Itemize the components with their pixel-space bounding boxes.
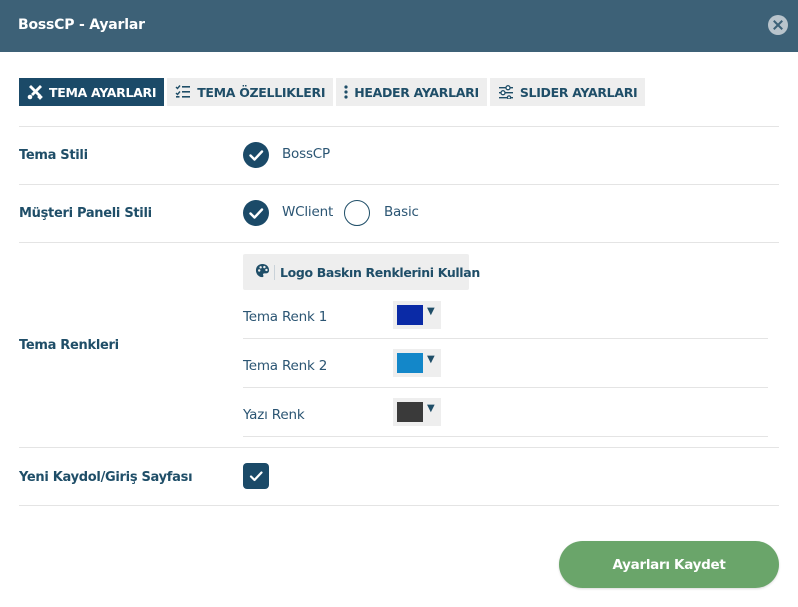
yazi-renk-label: Yazı Renk — [243, 407, 305, 423]
settings-tabs: TEMA AYARLARI TEMA ÖZELLIKLERI HEADER AY… — [19, 78, 646, 106]
tema-renk-1-picker[interactable]: ▼ — [393, 301, 441, 329]
color-swatch — [397, 402, 423, 422]
modal-header: BossCP - Ayarlar — [0, 0, 798, 52]
tab-label: SLIDER AYARLARI — [519, 84, 638, 100]
color-swatch — [397, 353, 423, 373]
checklist-icon — [175, 85, 191, 99]
check-icon — [249, 150, 264, 161]
tab-slider-ayarlari[interactable]: SLIDER AYARLARI — [489, 78, 646, 106]
tema-renkleri-label: Tema Renkleri — [19, 338, 119, 353]
save-settings-button[interactable]: Ayarları Kaydet — [559, 541, 779, 588]
sliders-icon — [498, 85, 514, 99]
palette-icon — [255, 263, 270, 282]
logo-colors-button-label: Logo Baskın Renklerini Kullan — [274, 264, 480, 280]
tema-stili-label: Tema Stili — [19, 148, 88, 163]
tab-tema-ayarlari[interactable]: TEMA AYARLARI — [19, 78, 165, 106]
tema-renk-1-label: Tema Renk 1 — [243, 309, 328, 325]
logo-colors-button[interactable]: Logo Baskın Renklerini Kullan — [243, 254, 480, 290]
yeni-kaydol-checkbox[interactable] — [243, 463, 269, 489]
wclient-option-label: WClient — [282, 204, 334, 220]
color-swatch — [397, 305, 423, 325]
dropdown-arrow-icon: ▼ — [427, 306, 435, 317]
bosscp-radio[interactable] — [243, 142, 269, 168]
vertical-dots-icon — [344, 85, 348, 99]
yeni-kaydol-label: Yeni Kaydol/Giriş Sayfası — [19, 470, 193, 485]
tab-header-ayarlari[interactable]: HEADER AYARLARI — [336, 78, 487, 106]
bosscp-option-label: BossCP — [282, 146, 330, 162]
dropdown-arrow-icon: ▼ — [427, 403, 435, 414]
divider — [243, 338, 768, 339]
close-icon[interactable] — [768, 15, 788, 35]
tab-tema-ozellikleri[interactable]: TEMA ÖZELLIKLERI — [167, 78, 334, 106]
check-icon — [249, 208, 264, 219]
dropdown-arrow-icon: ▼ — [427, 354, 435, 365]
window-title: BossCP - Ayarlar — [18, 17, 145, 33]
tab-label: TEMA AYARLARI — [49, 84, 157, 100]
check-icon — [249, 471, 263, 482]
divider — [243, 436, 768, 437]
divider — [19, 184, 779, 185]
divider — [243, 387, 768, 388]
tab-label: HEADER AYARLARI — [354, 84, 479, 100]
musteri-paneli-label: Müşteri Paneli Stili — [19, 206, 152, 221]
tab-label: TEMA ÖZELLIKLERI — [197, 84, 326, 100]
divider — [19, 126, 779, 127]
tema-renk-2-label: Tema Renk 2 — [243, 358, 328, 374]
tema-renk-2-picker[interactable]: ▼ — [393, 349, 441, 377]
divider — [19, 447, 779, 448]
divider — [19, 242, 779, 243]
basic-radio[interactable] — [344, 200, 370, 226]
wclient-radio[interactable] — [243, 200, 269, 226]
divider — [19, 505, 779, 506]
basic-option-label: Basic — [384, 204, 419, 220]
yazi-renk-picker[interactable]: ▼ — [393, 398, 441, 426]
tools-icon — [27, 84, 43, 100]
